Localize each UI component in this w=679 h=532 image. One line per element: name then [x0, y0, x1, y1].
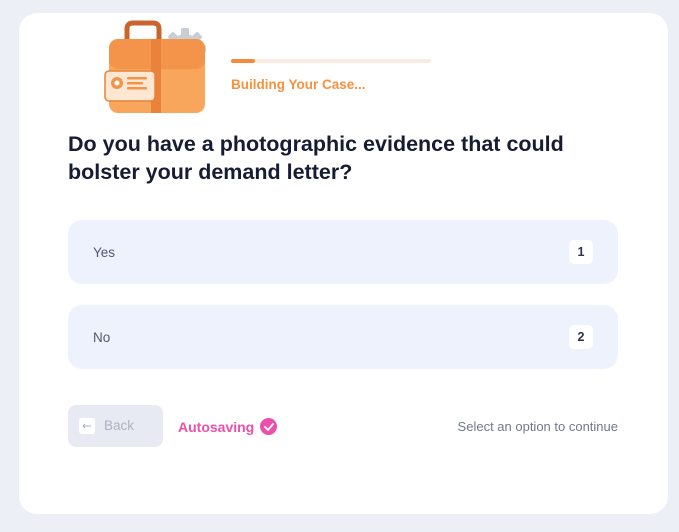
briefcase-gear-icon	[104, 20, 206, 113]
question-card: Building Your Case... Do you have a phot…	[19, 13, 668, 514]
option-shortcut-key: 1	[569, 240, 593, 264]
option-label: Yes	[93, 245, 116, 260]
option-shortcut-key: 2	[569, 325, 593, 349]
check-circle-icon	[260, 418, 278, 435]
continue-hint: Select an option to continue	[457, 419, 618, 434]
back-label: Back	[104, 418, 135, 433]
autosave-label: Autosaving	[178, 418, 255, 435]
option-no[interactable]: No 2	[68, 305, 618, 369]
autosave-status: Autosaving	[178, 418, 278, 435]
progress-label: Building Your Case...	[231, 77, 366, 92]
option-yes[interactable]: Yes 1	[68, 220, 618, 284]
option-label: No	[93, 330, 111, 345]
progress-fill	[231, 59, 255, 63]
arrow-left-icon	[79, 418, 95, 434]
question-title: Do you have a photographic evidence that…	[68, 132, 564, 184]
back-button[interactable]: Back	[68, 405, 163, 447]
progress-bar	[231, 59, 431, 63]
